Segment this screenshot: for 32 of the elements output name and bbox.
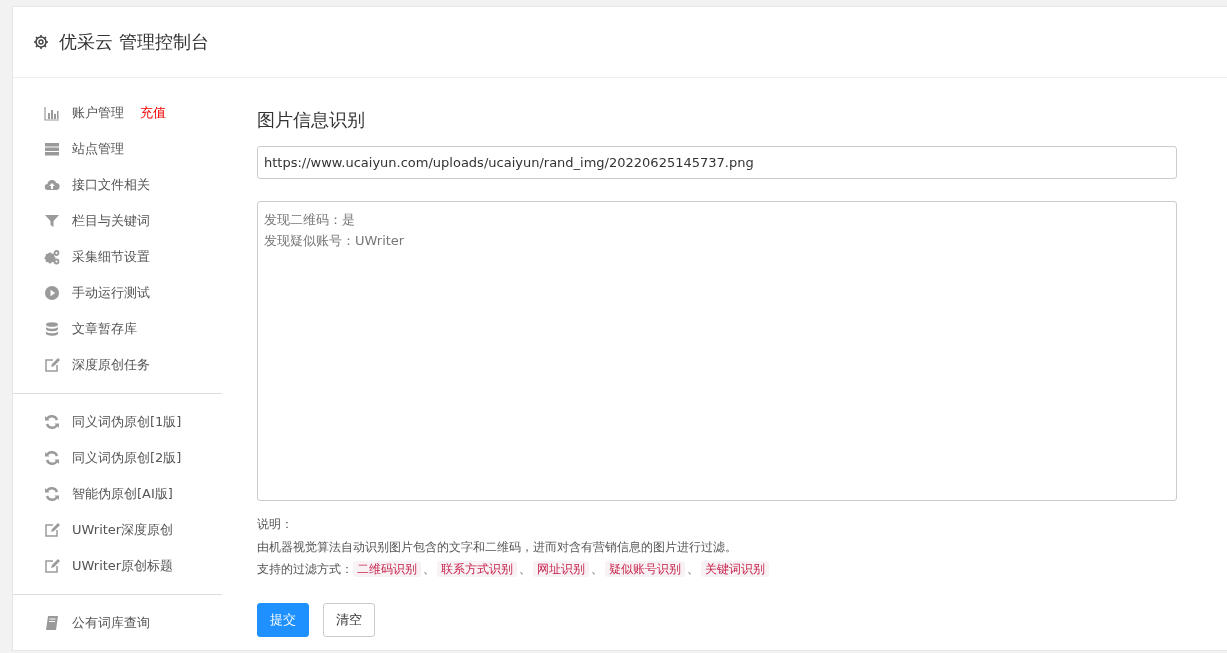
sidebar-item[interactable]: UWriter深度原创 [13,512,222,548]
separator: 、 [519,562,531,576]
sidebar-item[interactable]: 栏目与关键词 [13,203,222,239]
sidebar-item[interactable]: 公有词库查询 [13,605,222,641]
description-text: 由机器视觉算法自动识别图片包含的文字和二维码，进而对含有营销信息的图片进行过滤。 [257,538,738,556]
sidebar-item[interactable]: 智能伪原创[AI版] [13,476,222,512]
notes-label: 说明： [257,516,294,533]
sidebar-item[interactable]: 站点管理 [13,131,222,167]
filter-tag: 关键词识别 [701,561,769,577]
filter-tag: 联系方式识别 [437,561,517,577]
filters-label: 支持的过滤方式： [257,562,353,576]
sidebar-item[interactable]: 同义词伪原创[1版] [13,404,222,440]
separator: 、 [687,562,699,576]
sidebar-item[interactable]: UWriter原创标题 [13,548,222,584]
sidebar-item[interactable]: 手动运行测试 [13,275,222,311]
filter-tag: 网址识别 [533,561,589,577]
sidebar-item[interactable]: 文章暂存库 [13,311,222,347]
sidebar-item[interactable]: 采集细节设置 [13,239,222,275]
console-title: 优采云 管理控制台 [59,30,209,54]
sidebar-item[interactable]: 账户管理 充值 [13,95,222,131]
sidebar-item[interactable]: 深度原创任务 [13,347,222,383]
filter-tag: 疑似账号识别 [605,561,685,577]
recharge-link[interactable]: 充值 [140,104,166,122]
filter-tag: 二维码识别 [353,561,421,577]
page-title: 图片信息识别 [257,108,366,132]
sidebar-item[interactable]: 接口文件相关 [13,167,222,203]
sidebar-item[interactable]: 同义词伪原创[2版] [13,440,222,476]
clear-button[interactable]: 清空 [323,602,375,637]
result-text-area[interactable]: 发现二维码：是 发现疑似账号：UWriter [257,201,1177,501]
separator: 、 [423,562,435,576]
separator: 、 [591,562,603,576]
url-input-field[interactable]: https://www.ucaiyun.com/uploads/ucaiyun/rand_img/20220625145737.png [257,146,1177,179]
